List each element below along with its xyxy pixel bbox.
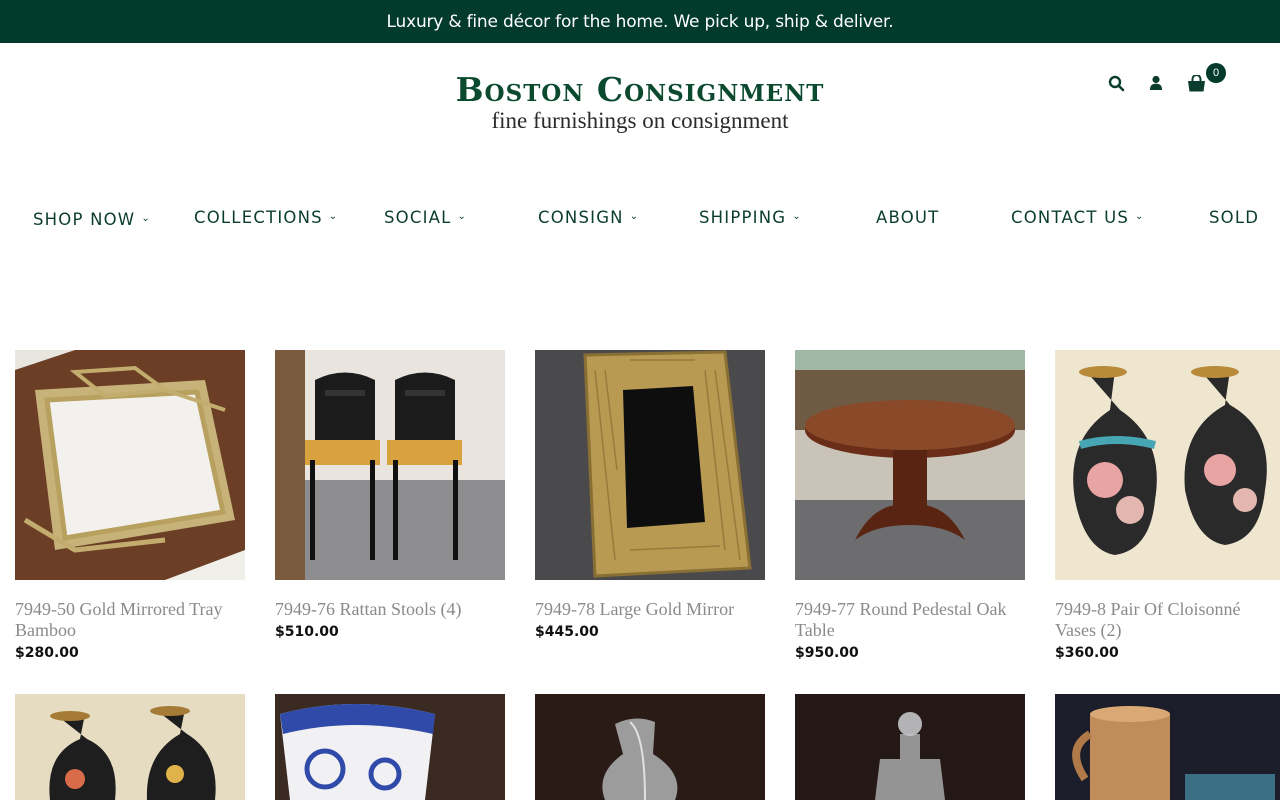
nav-label: CONTACT US [1011, 207, 1130, 227]
site-logo[interactable]: Boston Consignment fine furnishings on c… [420, 70, 860, 150]
product-card[interactable] [1055, 694, 1280, 800]
chevron-down-icon: ⌄ [328, 210, 339, 222]
cart-count-badge[interactable]: 0 [1206, 63, 1226, 83]
product-price: $280.00 [15, 645, 79, 661]
nav-shipping[interactable]: SHIPPING ⌄ [699, 205, 802, 229]
product-card[interactable] [795, 694, 1025, 800]
product-image-cloisonne-vases[interactable] [1055, 350, 1280, 580]
nav-label: SHOP NOW [33, 209, 136, 229]
chevron-down-icon: ⌄ [792, 210, 802, 222]
product-title[interactable]: 7949-8 Pair Of Cloisonné Vases (2) [1055, 599, 1280, 641]
user-icon[interactable] [1146, 73, 1166, 93]
announcement-bar: Luxury & fine décor for the home. We pic… [0, 0, 1280, 43]
announcement-text: Luxury & fine décor for the home. We pic… [386, 11, 894, 32]
product-image-mirrored-tray[interactable] [15, 350, 245, 580]
nav-label: SOCIAL [384, 207, 452, 227]
product-card[interactable] [15, 694, 245, 800]
product-image-blue-white-pot[interactable] [275, 694, 505, 800]
logo-title: Boston Consignment [455, 70, 825, 109]
main-navigation: SHOP NOW ⌄ COLLECTIONS ⌄ SOCIAL ⌄ CONSIGN ⌄ … [0, 195, 1280, 239]
nav-label: COLLECTIONS [194, 207, 323, 227]
nav-shop-now[interactable]: SHOP NOW ⌄ [33, 207, 151, 231]
chevron-down-icon: ⌄ [457, 210, 468, 222]
product-title[interactable]: 7949-50 Gold Mirrored Tray Bamboo [15, 599, 245, 641]
nav-about[interactable]: ABOUT [876, 205, 939, 229]
product-card[interactable]: 7949-50 Gold Mirrored Tray Bamboo $280.0… [15, 350, 245, 661]
product-image-rattan-stools[interactable] [275, 350, 505, 580]
search-icon[interactable] [1106, 73, 1126, 93]
product-image-glass-decanter[interactable] [795, 694, 1025, 800]
product-card[interactable] [275, 694, 505, 800]
chevron-down-icon: ⌄ [141, 212, 151, 224]
nav-consign[interactable]: CONSIGN ⌄ [538, 205, 639, 229]
product-title[interactable]: 7949-77 Round Pedestal Oak Table [795, 599, 1025, 641]
nav-label: SHIPPING [699, 207, 787, 227]
chevron-down-icon: ⌄ [629, 210, 640, 222]
nav-sold[interactable]: SOLD [1209, 205, 1259, 229]
logo-subtitle: fine furnishings on consignment [491, 108, 789, 133]
product-price: $950.00 [795, 645, 859, 661]
nav-label: ABOUT [876, 207, 940, 227]
nav-contact-us[interactable]: CONTACT US ⌄ [1011, 205, 1145, 229]
product-image-vases[interactable] [15, 694, 245, 800]
nav-collections[interactable]: COLLECTIONS ⌄ [194, 205, 338, 229]
product-price: $510.00 [275, 624, 339, 640]
chevron-down-icon: ⌄ [1135, 210, 1145, 222]
nav-label: SOLD [1209, 207, 1260, 227]
product-title[interactable]: 7949-76 Rattan Stools (4) [275, 599, 505, 620]
product-price: $360.00 [1055, 645, 1119, 661]
product-card[interactable]: 7949-76 Rattan Stools (4) $510.00 [275, 350, 505, 640]
product-image-copper-mug[interactable] [1055, 694, 1280, 800]
product-card[interactable] [535, 694, 765, 800]
nav-social[interactable]: SOCIAL ⌄ [384, 205, 467, 229]
product-title[interactable]: 7949-78 Large Gold Mirror [535, 599, 765, 620]
nav-label: CONSIGN [538, 207, 624, 227]
product-price: $445.00 [535, 624, 599, 640]
product-card[interactable]: 7949-77 Round Pedestal Oak Table $950.00 [795, 350, 1025, 661]
product-image-gold-mirror[interactable] [535, 350, 765, 580]
product-image-glass-pitcher[interactable] [535, 694, 765, 800]
product-image-pedestal-table[interactable] [795, 350, 1025, 580]
product-card[interactable]: 7949-8 Pair Of Cloisonné Vases (2) $360.… [1055, 350, 1280, 661]
product-card[interactable]: 7949-78 Large Gold Mirror $445.00 [535, 350, 765, 640]
shopping-bag-icon[interactable] [1186, 73, 1206, 93]
product-grid: 7949-50 Gold Mirrored Tray Bamboo $280.0… [15, 350, 1280, 800]
